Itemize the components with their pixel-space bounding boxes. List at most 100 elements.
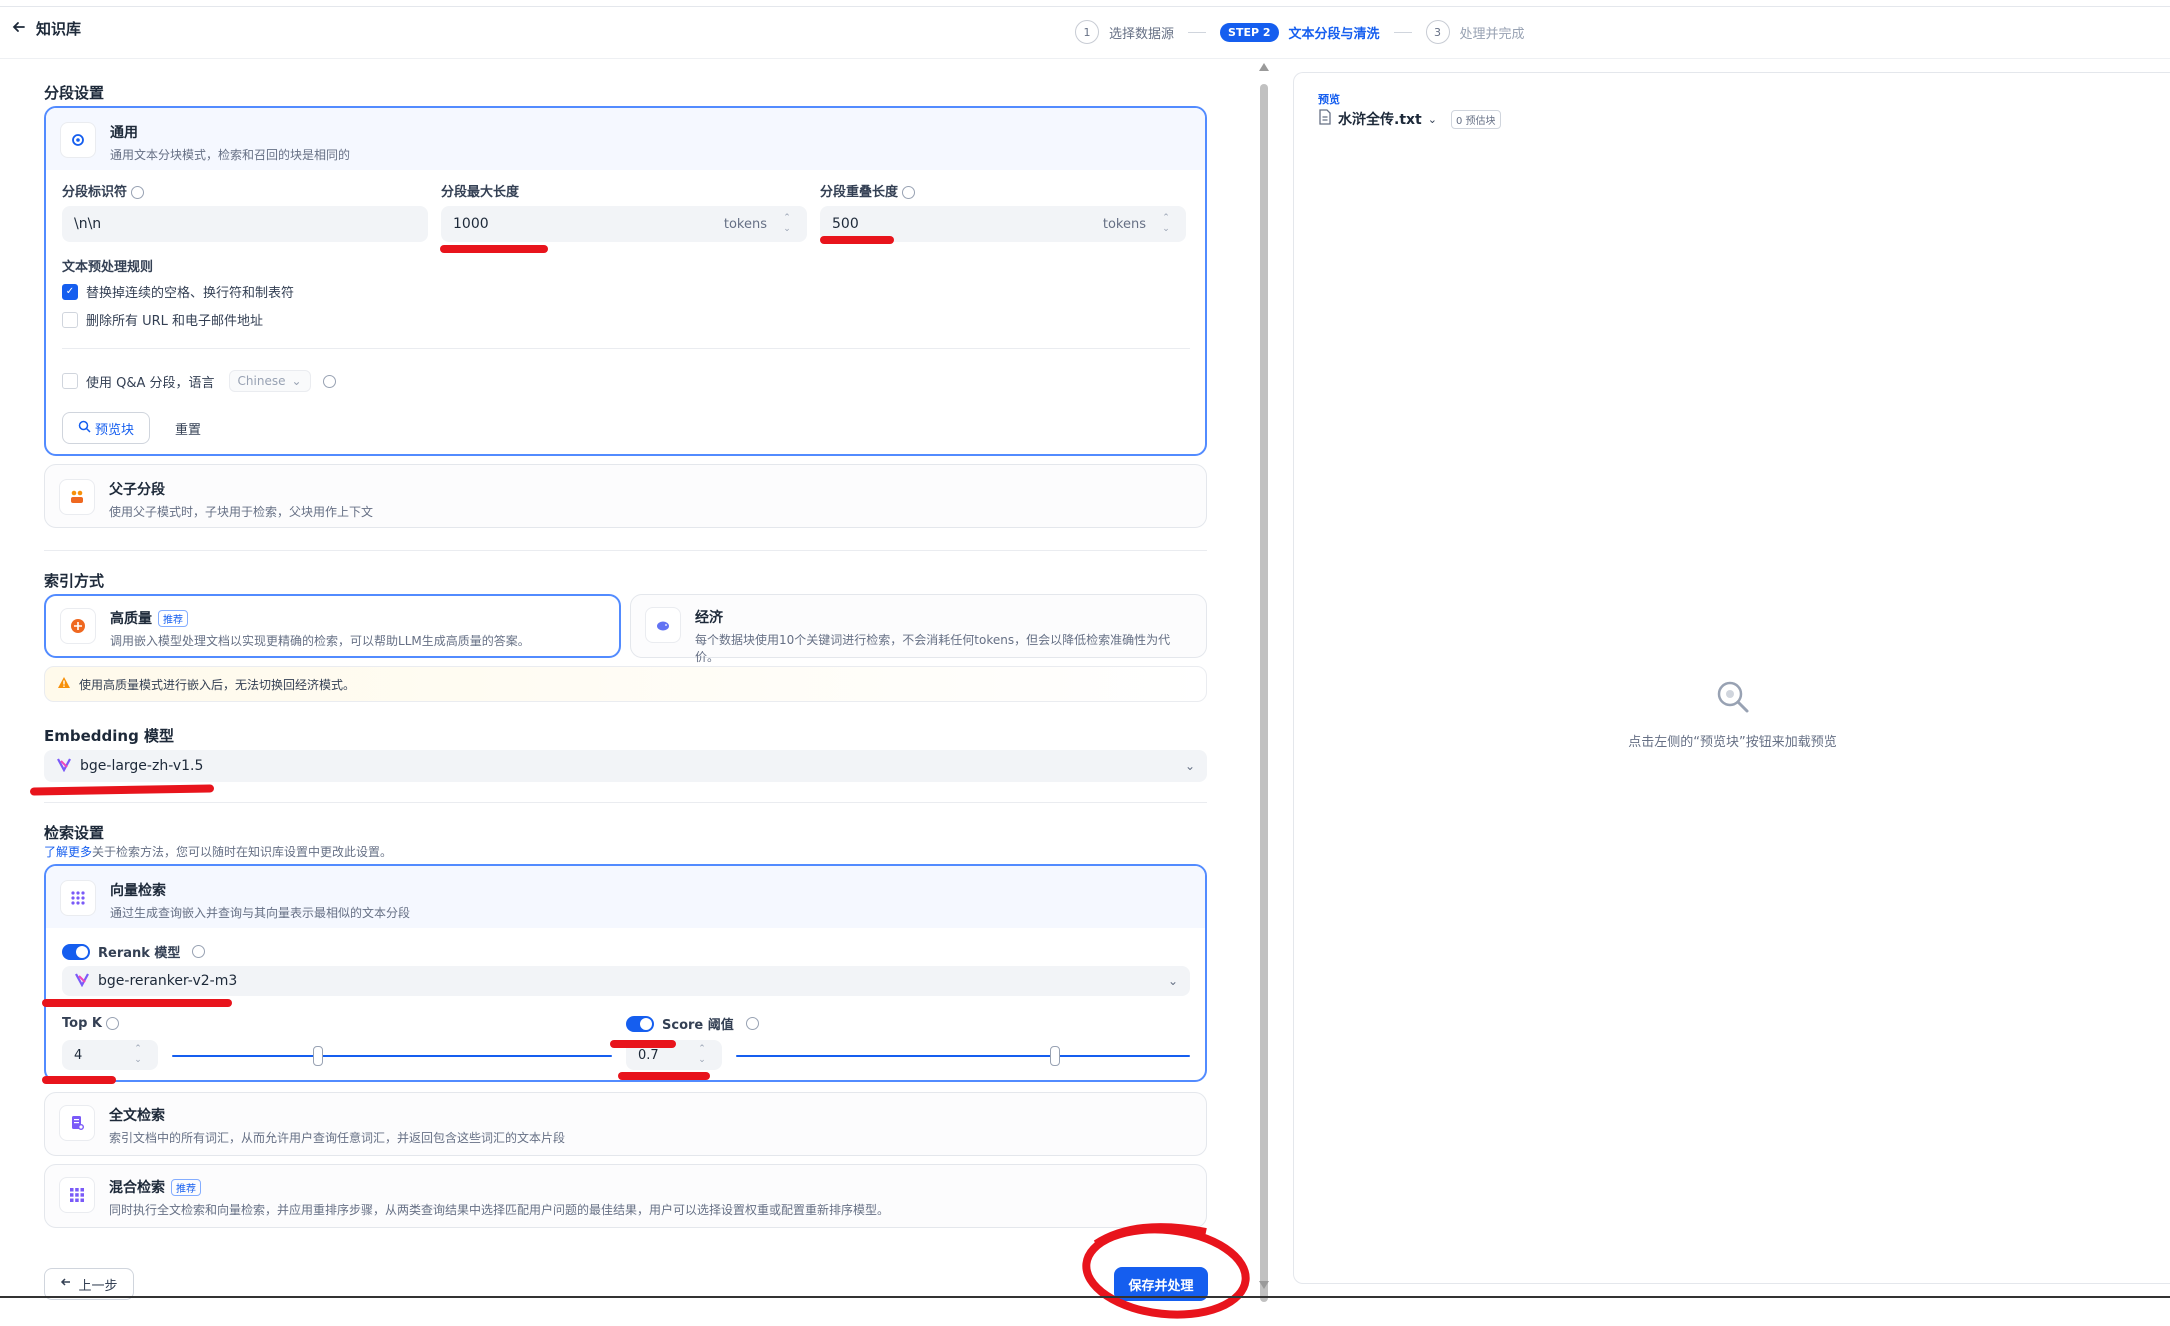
step-2-label: 文本分段与清洗 (1288, 26, 1380, 42)
scrollbar-thumb[interactable] (1260, 84, 1268, 1302)
score-threshold-toggle[interactable] (626, 1015, 654, 1032)
stepper-icon[interactable]: ⌃ ⌄ (779, 213, 795, 235)
annotation-underline (42, 1076, 116, 1084)
info-icon (131, 186, 145, 199)
arrow-left-icon (60, 1276, 72, 1292)
annotation-underline (440, 245, 548, 253)
grid-icon (60, 880, 96, 916)
rerank-toggle[interactable] (62, 943, 90, 960)
divider (44, 550, 1207, 551)
preview-file-select[interactable]: 水浒全传.txt ⌄ 0 预估块 (1318, 109, 1501, 129)
back-label: 知识库 (36, 20, 82, 38)
sparkle-icon (60, 608, 96, 644)
fulltext-search-card[interactable]: 全文检索 索引文档中的所有词汇，从而允许用户查询任意词汇，并返回包含这些词汇的文… (44, 1092, 1207, 1156)
reset-button[interactable]: 重置 (158, 412, 218, 444)
chevron-down-icon: ⌄ (291, 374, 302, 388)
checkbox-empty (62, 311, 78, 328)
document-search-icon (59, 1105, 95, 1141)
qa-language-select[interactable]: Chinese ⌄ (228, 370, 311, 392)
topk-slider-thumb[interactable] (313, 1046, 324, 1066)
annotation-underline (820, 236, 894, 244)
preview-chunks-button[interactable]: 预览块 (62, 412, 150, 444)
scrollbar[interactable] (1257, 62, 1271, 1302)
back-to-knowledge-button[interactable]: 知识库 (12, 18, 81, 39)
hybrid-search-card[interactable]: 混合检索 推荐 同时执行全文检索和向量检索，并应用重排序步骤，从两类查询结果中选择… (44, 1164, 1207, 1228)
topk-input[interactable]: 4 ⌃ ⌄ (62, 1040, 158, 1070)
general-title: 通用 (110, 125, 138, 141)
grid-icon (59, 1177, 95, 1213)
stepper-icon[interactable]: ⌃ ⌄ (694, 1044, 710, 1066)
parent-child-desc: 使用父子模式时，子块用于检索，父块用作上下文 (109, 505, 374, 519)
bottom-divider (0, 1296, 2170, 1298)
score-threshold-row: Score 阈值 (626, 1014, 759, 1033)
fulltext-title: 全文检索 (109, 1108, 165, 1124)
rule-remove-url-checkbox[interactable]: 删除所有 URL 和电子邮件地址 (62, 310, 263, 329)
learn-more-link[interactable]: 了解更多 (44, 845, 92, 859)
high-quality-index-card[interactable]: 高质量 推荐 调用嵌入模型处理文档以实现更精确的检索，可以帮助LLM生成高质量的答… (44, 594, 621, 658)
arrow-left-icon (12, 20, 26, 38)
high-quality-title: 高质量 推荐 (110, 608, 530, 628)
segment-section-title: 分段设置 (44, 84, 105, 102)
score-slider-thumb[interactable] (1049, 1046, 1060, 1066)
step-2-pill: STEP 2 (1220, 22, 1279, 42)
preview-file-name: 水浒全传.txt (1338, 112, 1422, 128)
retrieval-section-title: 检索设置 (44, 824, 105, 842)
search-zoom-icon (1715, 679, 1751, 719)
model-logo-icon (74, 971, 90, 991)
divider (44, 802, 1207, 803)
chunk-count-badge: 0 预估块 (1450, 109, 1501, 129)
parent-child-mode-card[interactable]: 父子分段 使用父子模式时，子块用于检索，父块用作上下文 (44, 464, 1207, 528)
scroll-down-arrow-icon[interactable] (1258, 1280, 1270, 1290)
tokens-unit: tokens (723, 216, 767, 232)
topk-label: Top K (62, 1016, 119, 1031)
rule-whitespace-checkbox[interactable]: ✓ 替换掉连续的空格、换行符和制表符 (62, 282, 294, 301)
step-3-number: 3 (1425, 20, 1450, 44)
economy-index-card[interactable]: 经济 每个数据块使用10个关键词进行检索，不会消耗任何tokens，但会以降低检… (630, 594, 1207, 664)
economy-title: 经济 (695, 610, 723, 626)
recommended-badge: 推荐 (158, 610, 188, 627)
warning-icon (57, 676, 71, 692)
model-logo-icon (56, 756, 72, 776)
preprocess-rules-label: 文本预处理规则 (62, 260, 154, 275)
topk-slider[interactable] (172, 1046, 612, 1066)
retrieval-note: 了解更多关于检索方法，您可以随时在知识库设置中更改此设置。 (44, 845, 393, 859)
scroll-up-arrow-icon[interactable] (1258, 62, 1270, 72)
chevron-down-icon: ⌄ (1427, 112, 1437, 126)
annotation-underline (618, 1072, 710, 1080)
max-length-input[interactable]: 1000 tokens ⌃ ⌄ (441, 206, 807, 242)
embedding-section-title: Embedding 模型 (44, 727, 175, 745)
rerank-toggle-row: Rerank 模型 (62, 942, 206, 961)
stepper-icon[interactable]: ⌃ ⌄ (130, 1044, 146, 1066)
piggy-bank-icon (645, 607, 681, 643)
rerank-model-select[interactable]: bge-reranker-v2-m3 ⌄ (62, 966, 1190, 996)
info-icon (322, 374, 336, 388)
info-icon (745, 1017, 759, 1030)
hybrid-desc: 同时执行全文检索和向量检索，并应用重排序步骤，从两类查询结果中选择匹配用户问题的… (109, 1203, 890, 1217)
settings-icon (60, 122, 96, 158)
step-divider (1188, 31, 1207, 33)
index-section-title: 索引方式 (44, 572, 105, 590)
vector-title: 向量检索 (110, 883, 166, 899)
economy-desc: 每个数据块使用10个关键词进行检索，不会消耗任何tokens，但会以降低检索准确… (695, 633, 1171, 664)
step-indicator: 1 选择数据源 STEP 2 文本分段与清洗 3 处理并完成 (1075, 20, 1525, 44)
info-icon (192, 945, 206, 958)
qa-segment-checkbox[interactable]: 使用 Q&A 分段，语言 Chinese ⌄ (62, 370, 336, 392)
max-length-label: 分段最大长度 (441, 185, 520, 200)
general-mode-card[interactable]: 通用 通用文本分块模式，检索和召回的块是相同的 分段标识符 分段最大长度 分段重… (44, 106, 1207, 456)
preview-panel: 预览 水浒全传.txt ⌄ 0 预估块 点击左侧的“预览块”按钮来加载预览 (1293, 72, 2170, 1284)
chevron-down-icon: ⌄ (1184, 759, 1195, 773)
overlap-label: 分段重叠长度 (820, 181, 916, 200)
preview-empty-hint: 点击左侧的“预览块”按钮来加载预览 (1628, 735, 1837, 750)
score-threshold-slider[interactable] (736, 1046, 1190, 1066)
step-1-number: 1 (1075, 20, 1099, 44)
stepper-icon[interactable]: ⌃ ⌄ (1158, 213, 1174, 235)
annotation-underline (610, 1040, 676, 1048)
search-zoom-icon (78, 420, 91, 437)
checkbox-empty (62, 373, 78, 389)
warning-banner: 使用高质量模式进行嵌入后，无法切换回经济模式。 (44, 666, 1207, 702)
separator-input[interactable]: \n\n (62, 206, 428, 242)
tokens-unit: tokens (1102, 216, 1146, 232)
vector-search-card[interactable]: 向量检索 通过生成查询嵌入并查询与其向量表示最相似的文本分段 Rerank 模型… (44, 864, 1207, 1082)
embedding-model-select[interactable]: bge-large-zh-v1.5 ⌄ (44, 750, 1207, 782)
top-bar: 知识库 1 选择数据源 STEP 2 文本分段与清洗 3 处理并完成 (0, 0, 2170, 59)
